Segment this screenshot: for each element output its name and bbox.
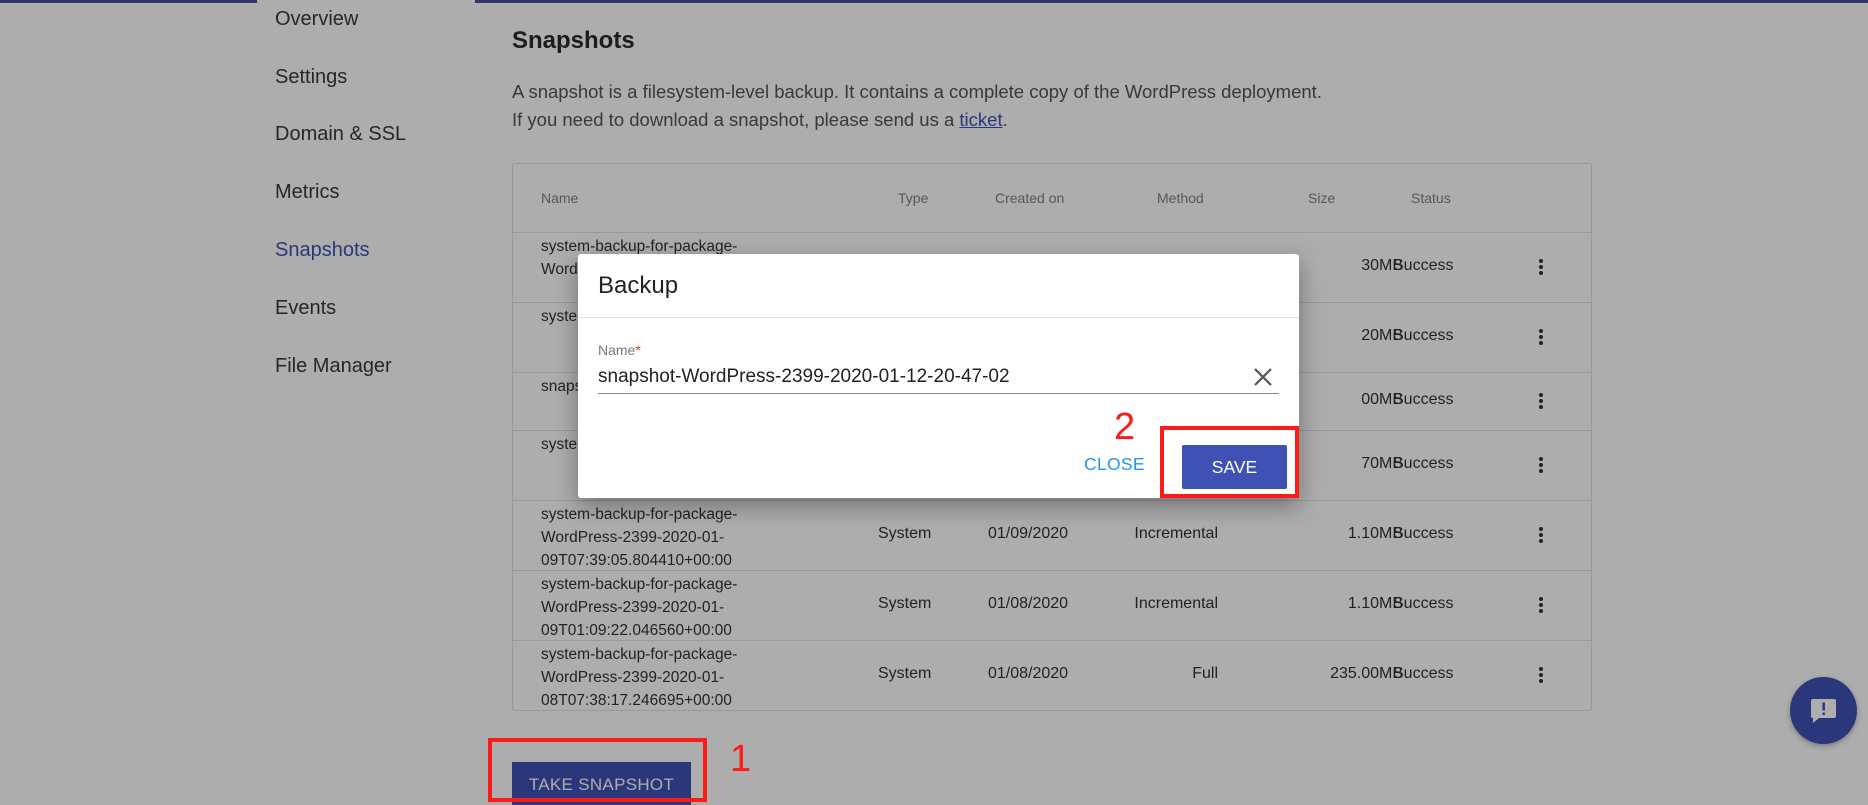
- annotation-number-step-2: 2: [1114, 406, 1136, 448]
- close-button[interactable]: CLOSE: [1084, 454, 1145, 475]
- annotation-box-step-1: [488, 738, 707, 802]
- clear-icon[interactable]: [1251, 365, 1275, 389]
- input-underline: [598, 393, 1279, 394]
- dialog-title: Backup: [598, 272, 679, 299]
- close-icon: [1254, 368, 1272, 386]
- annotation-box-step-2: [1160, 426, 1299, 498]
- annotation-number-step-1: 1: [730, 738, 752, 780]
- name-field-label-text: Name: [598, 342, 636, 358]
- required-asterisk: *: [635, 342, 641, 358]
- name-field-label: Name*: [598, 342, 641, 358]
- dialog-divider: [578, 317, 1299, 318]
- snapshot-name-input[interactable]: [598, 362, 1238, 392]
